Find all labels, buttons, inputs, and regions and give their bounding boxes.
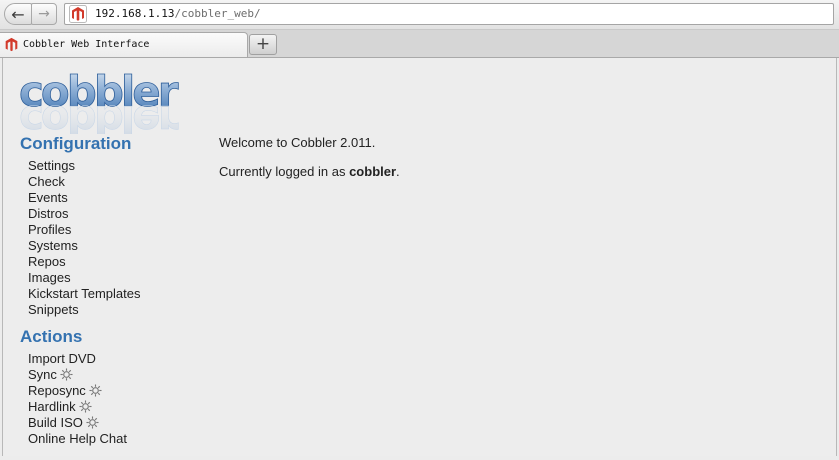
gear-icon (86, 416, 99, 429)
sidebar-item-distros[interactable]: Distros (28, 206, 140, 222)
logo-reflection: cobbler (19, 96, 179, 134)
tab-favicon-icon (5, 37, 18, 52)
sidebar-item-profiles[interactable]: Profiles (28, 222, 140, 238)
sidebar-item-systems[interactable]: Systems (28, 238, 140, 254)
tab-cobbler-web-interface[interactable]: Cobbler Web Interface (0, 32, 248, 57)
page-content: cobbler cobbler Configuration Settings C… (2, 58, 837, 456)
url-path: /cobbler_web/ (174, 7, 261, 20)
gear-icon (89, 384, 102, 397)
action-sync[interactable]: Sync (28, 367, 127, 383)
gear-icon (60, 368, 73, 381)
sidebar-item-kickstart-templates[interactable]: Kickstart Templates (28, 286, 140, 302)
tab-title: Cobbler Web Interface (23, 39, 150, 50)
forward-button[interactable]: → (31, 3, 57, 25)
actions-menu: Import DVD Sync Reposync Hardlink Build … (28, 351, 127, 447)
sidebar-item-repos[interactable]: Repos (28, 254, 140, 270)
action-build-iso[interactable]: Build ISO (28, 415, 127, 431)
sidebar-item-snippets[interactable]: Snippets (28, 302, 140, 318)
url-text[interactable]: 192.168.1.13/cobbler_web/ (95, 7, 261, 20)
username: cobbler (349, 164, 397, 179)
plus-icon: + (255, 34, 271, 54)
sidebar-item-images[interactable]: Images (28, 270, 140, 286)
sidebar-item-events[interactable]: Events (28, 190, 140, 206)
tab-strip: Cobbler Web Interface + (0, 30, 839, 58)
address-bar[interactable]: 192.168.1.13/cobbler_web/ (64, 3, 834, 25)
navigation-toolbar: ← → 192.168.1.13/cobbler_web/ (0, 0, 839, 30)
actions-heading: Actions (20, 327, 83, 346)
gear-icon (79, 400, 92, 413)
action-reposync[interactable]: Reposync (28, 383, 127, 399)
login-prefix: Currently logged in as (219, 164, 350, 179)
action-import-dvd[interactable]: Import DVD (28, 351, 127, 367)
action-online-help-chat[interactable]: Online Help Chat (28, 431, 127, 447)
sidebar-item-check[interactable]: Check (28, 174, 140, 190)
forward-arrow-icon: → (38, 6, 50, 22)
sidebar-item-settings[interactable]: Settings (28, 158, 140, 174)
login-status: Currently logged in as cobbler. (219, 164, 400, 180)
site-favicon-icon (69, 5, 87, 23)
back-arrow-icon: ← (11, 4, 25, 24)
configuration-menu: Settings Check Events Distros Profiles S… (28, 158, 140, 318)
url-host: 192.168.1.13 (95, 7, 175, 20)
back-button[interactable]: ← (4, 3, 32, 25)
login-suffix: . (396, 164, 400, 179)
cobbler-logo[interactable]: cobbler cobbler (17, 68, 197, 134)
welcome-message: Welcome to Cobbler 2.011. (219, 135, 376, 150)
new-tab-button[interactable]: + (249, 34, 277, 55)
configuration-heading: Configuration (20, 134, 132, 153)
action-hardlink[interactable]: Hardlink (28, 399, 127, 415)
